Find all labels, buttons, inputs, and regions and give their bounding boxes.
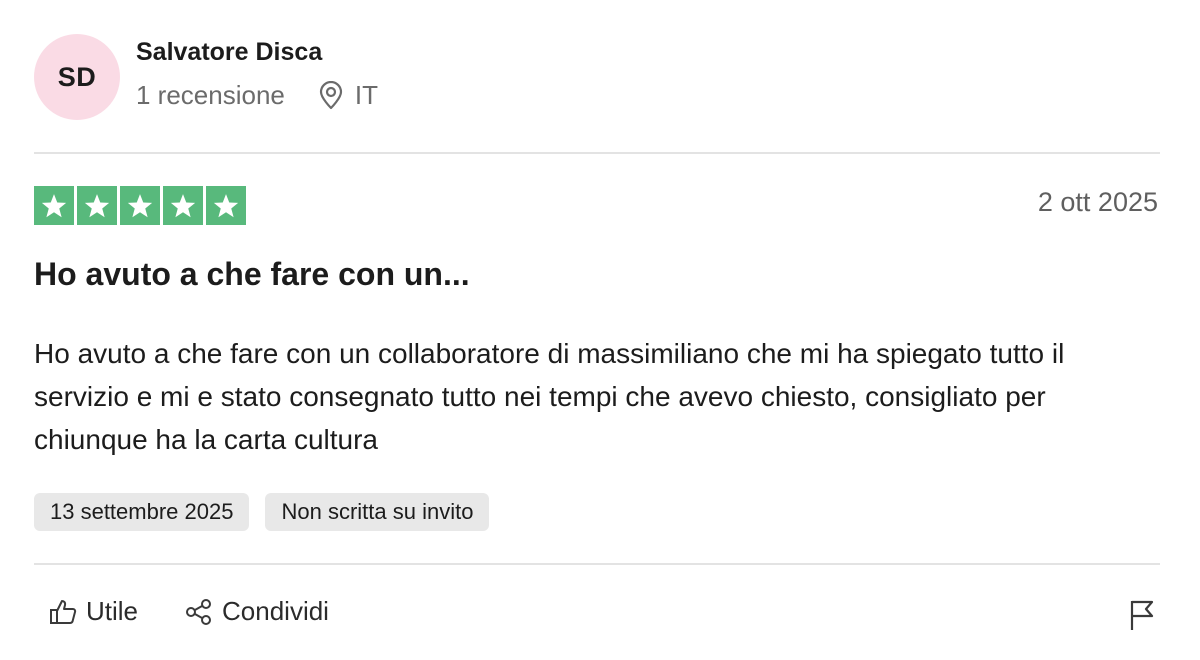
avatar[interactable]: SD	[34, 34, 120, 120]
location-pin-icon	[317, 80, 345, 111]
review-title[interactable]: Ho avuto a che fare con un...	[34, 256, 470, 293]
star-icon	[77, 186, 117, 225]
useful-button[interactable]: Utile	[48, 596, 138, 627]
review-body: Ho avuto a che fare con un collaboratore…	[34, 338, 1065, 455]
divider	[34, 563, 1160, 565]
star-rating	[34, 186, 246, 225]
star-icon	[34, 186, 74, 225]
review-card: SD Salvatore Disca 1 recensione IT 2 ott…	[0, 0, 1200, 660]
useful-label: Utile	[86, 596, 139, 626]
star-icon	[163, 186, 203, 225]
share-button[interactable]: Condividi	[184, 596, 329, 627]
report-flag-button[interactable]	[1128, 598, 1156, 632]
divider	[34, 152, 1160, 154]
review-tags: 13 settembre 2025 Non scritta su invito	[34, 493, 490, 531]
review-date: 2 ott 2025	[1037, 187, 1158, 217]
flag-icon	[1130, 600, 1154, 630]
review-actions: Utile Condividi	[48, 596, 375, 627]
reviewer-country: IT	[354, 80, 378, 110]
review-tag: Non scritta su invito	[265, 493, 490, 531]
reviewer-name[interactable]: Salvatore Disca	[136, 38, 322, 67]
thumbs-up-icon	[48, 597, 78, 627]
share-label: Condividi	[222, 596, 329, 626]
star-icon	[120, 186, 160, 225]
review-count: 1 recensione	[136, 80, 285, 110]
share-icon	[184, 597, 214, 627]
review-tag: 13 settembre 2025	[34, 493, 250, 531]
reviewer-meta: 1 recensione IT	[136, 80, 378, 111]
star-icon	[206, 186, 246, 225]
avatar-initials: SD	[57, 61, 97, 92]
